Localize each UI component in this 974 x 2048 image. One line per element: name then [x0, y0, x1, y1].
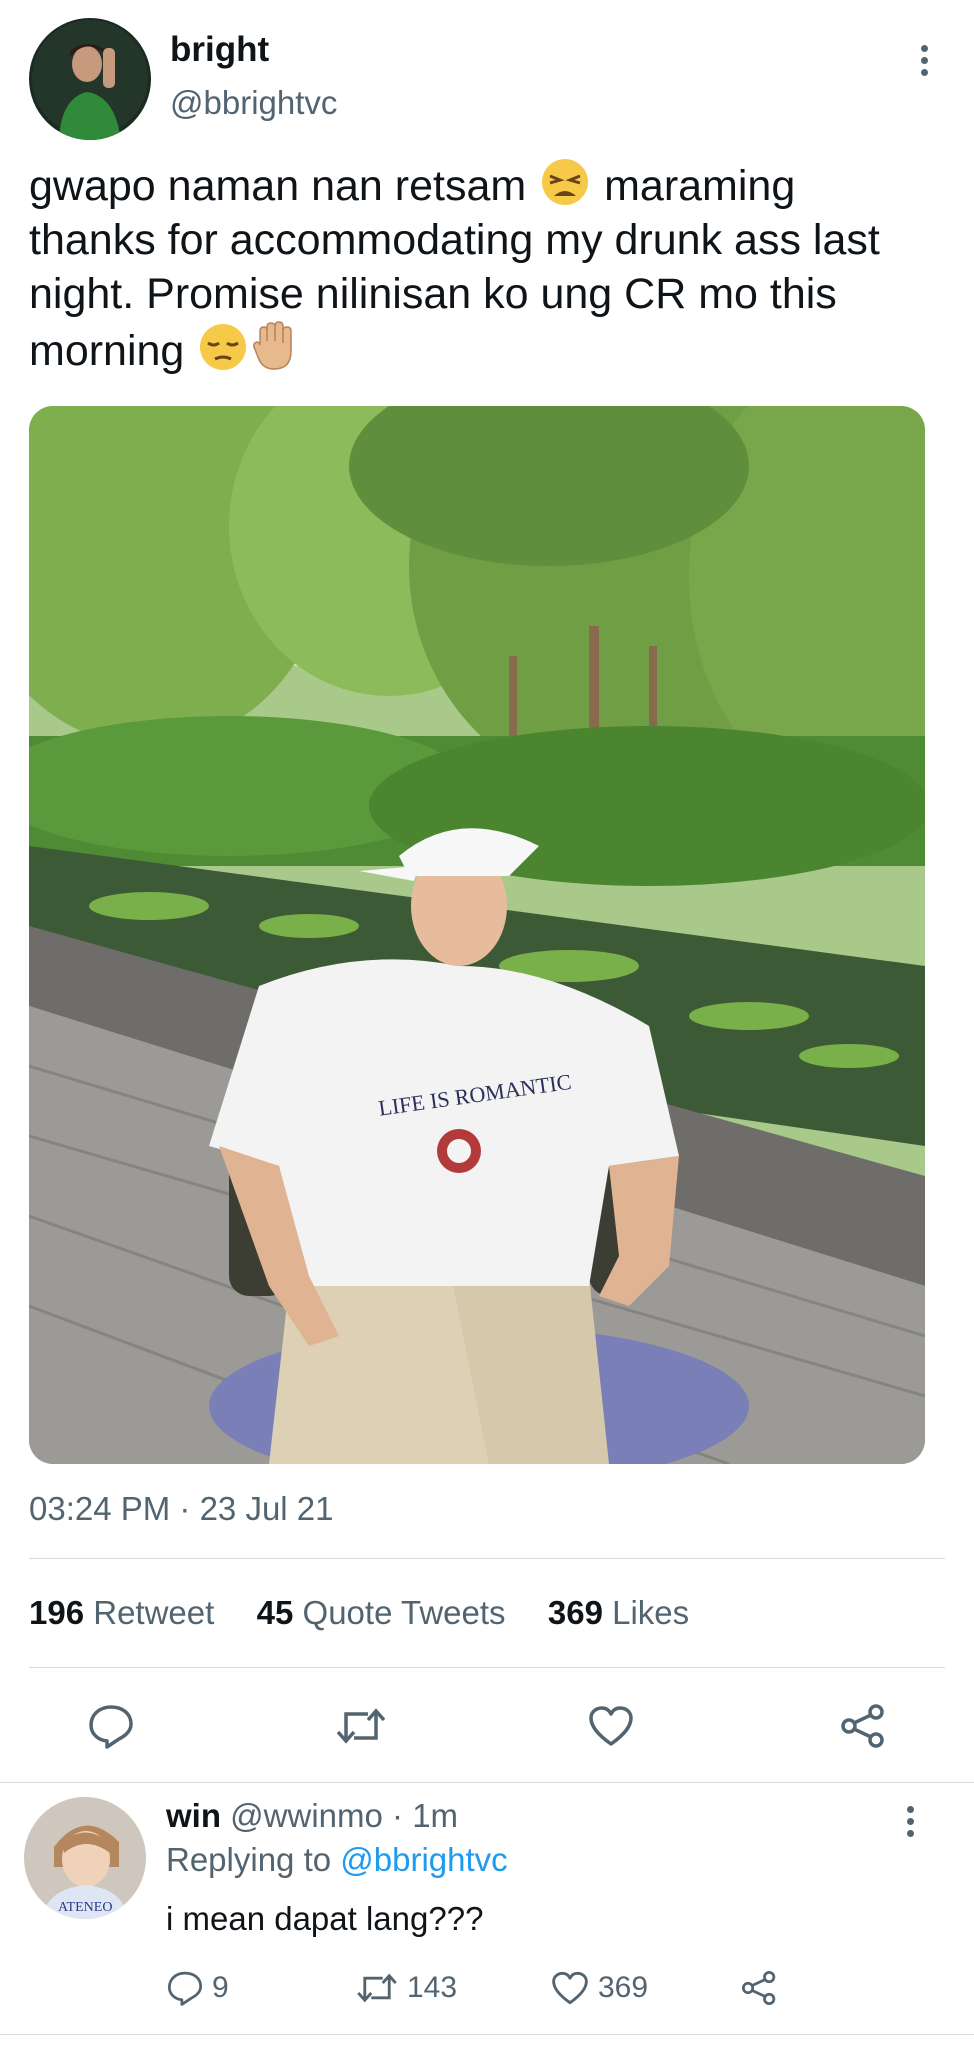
like-button[interactable]: [580, 1700, 642, 1752]
reply-more-options-button[interactable]: [903, 1806, 917, 1837]
avatar-jersey-text: ATENEO: [58, 1900, 112, 1915]
author-avatar[interactable]: [29, 18, 151, 140]
reply-icon: [89, 1705, 133, 1749]
tweet-photo[interactable]: LIFE IS ROMANTIC: [29, 406, 925, 1464]
retweet-button[interactable]: [330, 1700, 392, 1752]
divider: [29, 1558, 945, 1559]
more-icon: [920, 45, 928, 76]
reply-button[interactable]: [80, 1700, 142, 1752]
replying-to: Replying to @bbrightvc: [166, 1841, 508, 1879]
reply-action-like[interactable]: 369: [550, 1966, 648, 2010]
reply-icon: [167, 1971, 203, 2006]
share-icon: [741, 1970, 776, 2006]
tweet-text: gwapo naman nan retsam maraming thanks f…: [29, 158, 929, 378]
pensive-face-emoji-icon: [200, 324, 247, 370]
likes-count: 369: [547, 1594, 603, 1631]
reply-count: 9: [212, 1971, 229, 2004]
replying-to-label: Replying to: [166, 1841, 332, 1878]
reply-header: win @wwinmo · 1m: [166, 1797, 458, 1835]
retweet-icon: [336, 1708, 386, 1744]
divider: [0, 1782, 974, 1783]
reply-action-retweet[interactable]: 143: [355, 1966, 457, 2010]
quote-tweets-stat[interactable]: 45 Quote Tweets: [257, 1594, 515, 1631]
tweet-text-part1: gwapo naman nan retsam: [29, 162, 539, 210]
share-icon: [841, 1704, 884, 1748]
quote-count: 45: [256, 1594, 294, 1631]
likes-label: Likes: [612, 1594, 690, 1631]
reply-text: i mean dapat lang???: [166, 1900, 484, 1937]
reply-action-share[interactable]: [740, 1966, 778, 2010]
tired-face-emoji-icon: [542, 159, 589, 205]
author-avatar-image: [29, 18, 151, 140]
retweet-count: 196: [29, 1594, 85, 1631]
share-button[interactable]: [832, 1700, 894, 1752]
retweet-icon: [357, 1973, 397, 2003]
likes-stat[interactable]: 369 Likes: [548, 1594, 689, 1631]
divider: [29, 1667, 945, 1668]
reply-avatar-image: ATENEO: [24, 1797, 146, 1919]
reply-time[interactable]: · 1m: [392, 1797, 458, 1834]
author-handle[interactable]: @bbrightvc: [170, 84, 337, 122]
more-icon: [906, 1806, 914, 1837]
reply-retweet-count: 143: [407, 1971, 458, 2004]
divider: [0, 2034, 974, 2035]
heart-icon: [552, 1971, 588, 2005]
retweet-label: Retweet: [93, 1594, 215, 1631]
reply-author-avatar[interactable]: ATENEO: [24, 1797, 146, 1919]
reply-author-name[interactable]: win: [166, 1797, 221, 1834]
reply-like-count: 369: [598, 1971, 649, 2004]
quote-label: Quote Tweets: [302, 1594, 506, 1631]
tweet-photo-image: LIFE IS ROMANTIC: [29, 406, 925, 1464]
more-options-button[interactable]: [917, 45, 931, 76]
replying-to-handle-link[interactable]: @bbrightvc: [340, 1841, 507, 1878]
tweet-timestamp[interactable]: 03:24 PM · 23 Jul 21: [29, 1490, 334, 1528]
heart-icon: [589, 1706, 633, 1746]
reply-action-reply[interactable]: 9: [166, 1966, 229, 2010]
raised-hand-emoji-icon: [253, 321, 293, 370]
author-name[interactable]: bright: [170, 30, 269, 70]
retweets-stat[interactable]: 196 Retweet: [29, 1594, 223, 1631]
reply-author-handle[interactable]: @wwinmo: [230, 1797, 383, 1834]
tweet-stats: 196 Retweet 45 Quote Tweets 369 Likes: [29, 1594, 689, 1632]
